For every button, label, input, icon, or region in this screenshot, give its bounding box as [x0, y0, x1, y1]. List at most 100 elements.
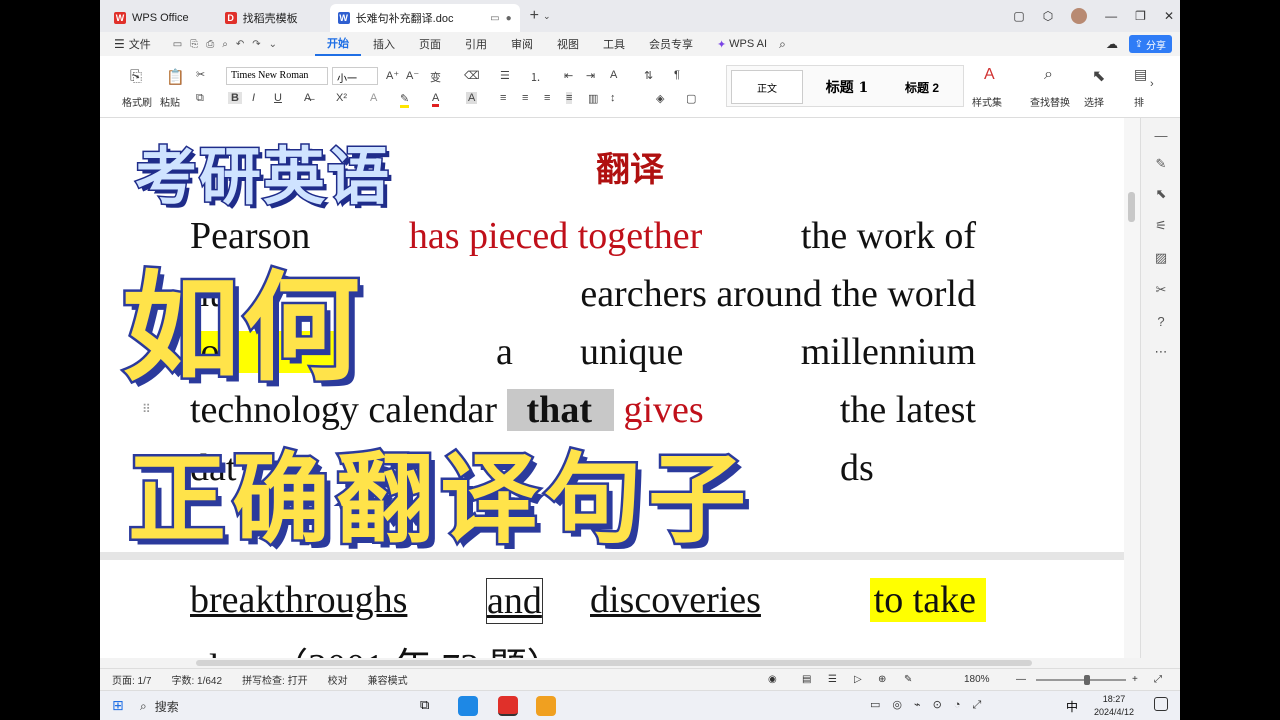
border-icon[interactable]: ▢	[686, 92, 696, 105]
style-set-icon[interactable]: A	[984, 66, 995, 84]
style-heading-1[interactable]: 标题 1	[811, 70, 883, 104]
align-left-icon[interactable]: ≡	[500, 92, 506, 104]
page-count[interactable]: 页面: 1/7	[112, 672, 151, 687]
more-button[interactable]: 排	[1134, 94, 1144, 109]
minimize-icon[interactable]: —	[1105, 9, 1117, 23]
app-icon-blue[interactable]	[458, 696, 478, 716]
app-icon-wps[interactable]	[498, 696, 518, 716]
font-name-select[interactable]: Times New Roman	[226, 67, 328, 85]
style-heading-2[interactable]: 标题 2	[887, 70, 957, 104]
font-grow-icon[interactable]: A⁺	[386, 69, 399, 82]
phonetic-icon[interactable]: 变	[430, 69, 441, 85]
hamburger-icon[interactable]: ☰	[114, 37, 125, 51]
web-icon[interactable]: ⊕	[878, 674, 886, 685]
show-marks-icon[interactable]: ¶	[674, 69, 680, 81]
fit-icon[interactable]: ⤢	[1154, 674, 1162, 685]
tablet-icon[interactable]: ▢	[1013, 9, 1024, 23]
style-set-button[interactable]: 样式集	[972, 94, 1002, 109]
eye-icon[interactable]: ◉	[768, 674, 777, 685]
dot-icon[interactable]: ●	[506, 13, 512, 24]
font-shrink-icon[interactable]: A⁻	[406, 69, 419, 82]
taskbar-search[interactable]: ⌕ 搜索	[140, 695, 390, 717]
collapse-icon[interactable]: —	[1153, 128, 1169, 144]
outline-icon[interactable]: ☰	[828, 674, 837, 685]
line-spacing-icon[interactable]: ↕	[610, 92, 616, 104]
spell-check[interactable]: 拼写检查: 打开	[242, 672, 308, 687]
notification-icon[interactable]	[1154, 697, 1168, 711]
chinese-layout-icon[interactable]: A	[610, 69, 617, 81]
menu-tools[interactable]: 工具	[591, 32, 637, 56]
zoom-knob[interactable]	[1084, 675, 1090, 685]
highlight-button[interactable]: ✎	[400, 92, 410, 108]
clear-format-icon[interactable]: ⌫	[464, 69, 480, 82]
cursor-icon[interactable]: ⬉	[1153, 186, 1169, 202]
paste-icon[interactable]: 📋	[166, 68, 185, 86]
select-button[interactable]: 选择	[1084, 94, 1104, 109]
taskbar-clock[interactable]: 18:27 2024/4/12	[1094, 693, 1134, 719]
page-view-icon[interactable]: ▤	[802, 674, 811, 685]
bullets-icon[interactable]: ☰	[500, 69, 510, 82]
drag-handle-icon[interactable]: ⠿	[142, 402, 151, 416]
task-view-icon[interactable]: ⧉	[420, 697, 429, 713]
select-icon[interactable]: ⬉	[1092, 66, 1105, 86]
word-count[interactable]: 字数: 1/642	[171, 672, 222, 687]
paste-button[interactable]: 粘贴	[160, 94, 180, 109]
superscript-button[interactable]: X²	[336, 92, 347, 104]
pen-icon[interactable]: ✎	[1153, 156, 1169, 172]
hscroll-thumb[interactable]	[196, 660, 1032, 666]
copy-icon[interactable]: ⧉	[196, 92, 204, 105]
format-painter-button[interactable]: 格式刷	[122, 94, 152, 109]
bold-button[interactable]: B	[228, 92, 242, 104]
menu-wps-ai[interactable]: ✦ WPS AI	[705, 32, 779, 56]
scroll-thumb[interactable]	[1128, 192, 1135, 222]
menu-insert[interactable]: 插入	[361, 32, 407, 56]
pen-mode-icon[interactable]: ✎	[904, 674, 912, 685]
horizontal-scrollbar[interactable]	[100, 658, 1180, 668]
play-icon[interactable]: ▷	[854, 674, 862, 685]
app-icon-orange[interactable]	[536, 696, 556, 716]
cut-icon[interactable]: ✂	[196, 68, 205, 81]
menu-page[interactable]: 页面	[407, 32, 453, 56]
menu-file[interactable]: 文件	[125, 32, 163, 56]
distribute-icon[interactable]: ▥	[588, 92, 598, 105]
char-shading-button[interactable]: A	[466, 92, 478, 104]
font-size-select[interactable]: 小一	[332, 67, 378, 85]
layout-icon[interactable]: ▤	[1134, 66, 1147, 83]
sort-icon[interactable]: ⇅	[644, 69, 653, 82]
search-icon[interactable]: ⌕	[779, 37, 786, 52]
restore-icon[interactable]: ❐	[1135, 9, 1146, 23]
increase-indent-icon[interactable]: ⇥	[586, 69, 595, 82]
decrease-indent-icon[interactable]: ⇤	[564, 69, 573, 82]
chevron-down-icon[interactable]: ⌄	[543, 11, 551, 22]
style-normal[interactable]: 正文	[731, 70, 803, 104]
quick-access-icons[interactable]: ▭⎘⎙⌕↶↷⌄	[173, 39, 285, 50]
tab-document[interactable]: W 长难句补充翻译.doc ▭ ●	[329, 4, 520, 32]
align-right-icon[interactable]: ≡	[544, 92, 550, 104]
menu-view[interactable]: 视图	[545, 32, 591, 56]
zoom-out-icon[interactable]: —	[1016, 674, 1026, 685]
tab-docer[interactable]: D 找稻壳模板	[217, 4, 306, 32]
zoom-in-icon[interactable]: +	[1132, 674, 1138, 685]
image-edit-icon[interactable]: ▨	[1153, 250, 1169, 266]
new-tab-icon[interactable]: +	[530, 7, 539, 25]
font-color-button[interactable]: A	[432, 92, 440, 107]
avatar[interactable]	[1071, 8, 1088, 24]
help-icon[interactable]: ?	[1153, 314, 1169, 330]
adjust-icon[interactable]: ⚟	[1153, 218, 1169, 234]
justify-icon[interactable]: ≡	[566, 92, 573, 104]
cube-icon[interactable]: ⬡	[1043, 9, 1053, 23]
monitor-icon[interactable]: ▭	[490, 13, 499, 24]
proofread[interactable]: 校对	[328, 672, 348, 687]
zoom-level[interactable]: 180%	[964, 674, 990, 685]
menu-review[interactable]: 审阅	[499, 32, 545, 56]
share-button[interactable]: ⇪ 分享	[1128, 35, 1172, 53]
format-painter-icon[interactable]: ⎘	[130, 68, 142, 85]
menu-home[interactable]: 开始	[314, 32, 361, 56]
ribbon-scroll-right-icon[interactable]: ›	[1150, 78, 1154, 90]
more-icon[interactable]: ⋯	[1153, 344, 1169, 360]
tab-wps-office[interactable]: W WPS Office	[106, 4, 197, 32]
text-effect-button[interactable]: A	[370, 92, 377, 104]
shading-icon[interactable]: ◈	[656, 92, 664, 105]
close-icon[interactable]: ✕	[1164, 9, 1174, 23]
numbering-icon[interactable]: ⒈	[530, 69, 541, 85]
